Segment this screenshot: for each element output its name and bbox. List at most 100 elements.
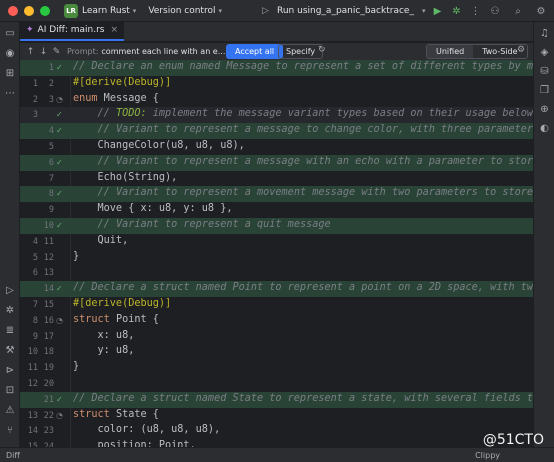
code-line[interactable]: 10 ✓ // Variant to represent a quit messa…: [20, 218, 533, 234]
commit-icon[interactable]: ◉: [4, 48, 16, 60]
code-line[interactable]: 5 12}: [20, 250, 533, 266]
project-badge[interactable]: LR: [64, 3, 78, 18]
code-line[interactable]: 3 ✓ // TODO: implement the message varian…: [20, 107, 533, 124]
accept-check-icon[interactable]: ✓: [56, 395, 66, 404]
accept-check-icon[interactable]: ✓: [56, 189, 66, 198]
code-line[interactable]: 13 22 ◔ struct State {: [20, 408, 533, 424]
minimize-window-button[interactable]: [24, 5, 34, 16]
new-line-number: 10: [43, 221, 54, 231]
gradle-icon[interactable]: ◐: [538, 122, 551, 135]
project-folder-icon[interactable]: ▭: [4, 28, 16, 40]
build-hammer-icon[interactable]: ⚒: [4, 345, 16, 357]
more-icon[interactable]: ⋮: [468, 6, 482, 17]
accept-check-icon[interactable]: ✓: [56, 126, 66, 135]
code-line[interactable]: 21 ✓ // Declare a struct named State to re…: [20, 391, 533, 408]
database-icon[interactable]: ⛁: [538, 65, 551, 78]
code-line[interactable]: 7 Echo(String),: [20, 171, 533, 187]
refresh-icon[interactable]: ↻: [318, 45, 326, 55]
chevron-down-icon: ▾: [132, 6, 137, 15]
structure-icon[interactable]: ⊞: [4, 68, 16, 80]
code-line[interactable]: 14 ✓ // Declare a struct named Point to re…: [20, 281, 533, 297]
new-line-number: 9: [48, 205, 54, 216]
right-tool-strip: ♫ ◈ ⛁ ❐ ⊕ ◐: [533, 22, 554, 447]
code-text: color: (u8, u8, u8),: [73, 424, 221, 436]
code-line[interactable]: 4 11 Quit,: [20, 234, 533, 250]
debug-tool-icon[interactable]: ✲: [4, 305, 16, 317]
diff-view-toggle: Unified Two-Side: [426, 44, 528, 59]
watermark: @51CTO: [482, 432, 544, 448]
account-icon[interactable]: ⚇: [488, 6, 502, 17]
code-text: #[derive(Debug)]: [73, 76, 172, 88]
edit-pencil-icon[interactable]: ✎: [50, 47, 63, 57]
book-icon[interactable]: ❐: [538, 84, 551, 97]
git-branch-icon[interactable]: ⑂: [4, 425, 16, 437]
code-line[interactable]: 11 19}: [20, 360, 533, 376]
code-line[interactable]: 14 23 color: (u8, u8, u8),: [20, 423, 533, 439]
chevron-down-icon: ▾: [421, 7, 426, 15]
code-line[interactable]: 1 ✓ // Declare an enum named Message to re…: [20, 60, 533, 76]
problems-icon[interactable]: ⚠: [4, 405, 16, 417]
new-line-number: 15: [43, 300, 54, 310]
status-diff-label[interactable]: Diff: [6, 451, 20, 460]
version-control-menu[interactable]: Version control: [148, 6, 215, 16]
accept-check-icon[interactable]: ✓: [56, 63, 66, 72]
services-icon[interactable]: ⊳: [4, 365, 16, 377]
code-line[interactable]: 6 13: [20, 265, 533, 281]
prompt-value[interactable]: comment each line with an e...: [101, 47, 225, 56]
project-name[interactable]: Learn Rust: [82, 6, 130, 16]
status-clippy-label[interactable]: Clippy: [475, 451, 500, 460]
old-line-number: 6: [32, 268, 38, 279]
old-line-number: 4: [32, 236, 38, 247]
arrow-up-icon[interactable]: ↑: [24, 47, 37, 57]
todo-list-icon[interactable]: ≣: [4, 325, 16, 337]
accept-check-icon[interactable]: ✓: [56, 110, 66, 119]
tab-ai-diff-main[interactable]: ✦ AI Diff: main.rs ×: [20, 21, 125, 41]
code-line[interactable]: 9 Move { x: u8, y: u8 },: [20, 202, 533, 218]
code-line[interactable]: 1 2 #[derive(Debug)]: [20, 76, 533, 92]
accept-check-icon[interactable]: ✓: [56, 284, 66, 293]
code-line[interactable]: 12 20: [20, 376, 533, 392]
settings-gear-icon[interactable]: ⚙: [534, 6, 548, 17]
debug-icon[interactable]: ✲: [449, 6, 463, 17]
code-line[interactable]: 5 ChangeColor(u8, u8, u8),: [20, 139, 533, 155]
new-line-number: 17: [43, 331, 54, 342]
code-line[interactable]: 7 15 #[derive(Debug)]: [20, 297, 533, 313]
code-line[interactable]: 10 18 y: u8,: [20, 344, 533, 360]
old-line-number: 14: [27, 426, 38, 437]
code-line[interactable]: 4 ✓ // Variant to represent a message to …: [20, 123, 533, 139]
search-icon[interactable]: ⌕: [511, 6, 525, 17]
implementation-marker-icon[interactable]: ◔: [56, 316, 66, 325]
zoom-window-button[interactable]: [40, 5, 50, 16]
run-tool-icon[interactable]: ▷: [4, 285, 16, 297]
code-line[interactable]: 1524 position: Point,: [20, 439, 533, 447]
implementation-marker-icon[interactable]: ◔: [56, 411, 66, 420]
diff-toolbar: ↑ ↓ ✎ Prompt: comment each line with an …: [20, 43, 533, 60]
code-text: #[derive(Debug)]: [73, 298, 172, 309]
diff-settings-gear-icon[interactable]: ⚙: [517, 45, 525, 55]
ai-assistant-icon[interactable]: ◈: [538, 46, 551, 59]
accept-check-icon[interactable]: ✓: [56, 158, 66, 167]
unified-view-button[interactable]: Unified: [427, 45, 474, 58]
new-line-number: 6: [48, 157, 54, 168]
close-window-button[interactable]: [8, 5, 18, 16]
notifications-bell-icon[interactable]: ♫: [538, 27, 551, 40]
terminal-icon[interactable]: ⊡: [4, 385, 16, 397]
accept-check-icon[interactable]: ✓: [56, 221, 66, 230]
code-text: // Variant to represent a movement messa…: [97, 187, 533, 199]
implementation-marker-icon[interactable]: ◔: [56, 95, 66, 104]
close-icon[interactable]: ×: [110, 25, 118, 35]
more-tools-icon[interactable]: ⋯: [4, 88, 16, 100]
run-config-selector[interactable]: Run using_a_panic_backtrace_: [277, 6, 414, 16]
code-line[interactable]: 9 17 x: u8,: [20, 329, 533, 345]
code-text: Quit,: [73, 234, 129, 246]
code-line[interactable]: 8 ✓ // Variant to represent a movement me…: [20, 186, 533, 203]
code-line[interactable]: 8 16 ◔ struct Point {: [20, 313, 533, 329]
arrow-down-icon[interactable]: ↓: [37, 47, 50, 57]
accept-all-button[interactable]: Accept all: [226, 44, 284, 59]
specify-button[interactable]: Specify: [278, 44, 324, 59]
code-line[interactable]: 2 3 ◔ enum Message {: [20, 92, 533, 108]
run-icon[interactable]: ▶: [430, 6, 444, 17]
code-line[interactable]: 6 ✓ // Variant to represent a message wit…: [20, 154, 533, 171]
code-editor[interactable]: 1 ✓// Declare an enum named Message to re…: [20, 60, 533, 447]
plugin-icon[interactable]: ⊕: [538, 103, 551, 116]
